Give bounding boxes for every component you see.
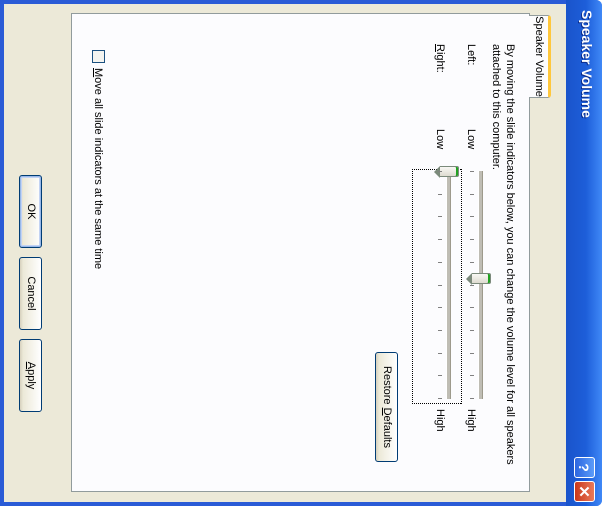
slider-tick — [438, 194, 442, 195]
title-bar[interactable]: Speaker Volume ? ✕ — [566, 0, 602, 506]
right-slider-thumb[interactable] — [440, 166, 459, 177]
help-icon: ? — [576, 463, 592, 472]
dialog-client: Speaker Volume By moving the slide indic… — [4, 4, 566, 502]
slider-tick — [438, 285, 442, 286]
right-low-label: Low — [434, 129, 446, 150]
left-label: Left: — [465, 44, 477, 66]
right-slider-track — [446, 171, 451, 399]
move-all-label[interactable]: Move all slide indicators at the same ti… — [91, 68, 104, 269]
slider-tick — [438, 171, 442, 172]
restore-defaults-post: efaults — [381, 415, 393, 448]
restore-defaults-accel: D — [381, 407, 393, 416]
slider-tick — [470, 216, 474, 217]
window-title: Speaker Volume — [579, 10, 595, 118]
left-slider-track — [478, 171, 483, 399]
apply-button[interactable]: Apply — [19, 339, 42, 412]
right-label: Right: — [433, 44, 446, 73]
apply-accel: A — [25, 361, 37, 370]
move-all-rest: ove all slide indicators at the same tim… — [92, 77, 104, 270]
left-low-label: Low — [465, 129, 477, 150]
speaker-volume-dialog: Speaker Volume ? ✕ Speaker Volume By mov… — [0, 0, 602, 506]
slider-tick — [470, 307, 474, 308]
cancel-button[interactable]: Cancel — [19, 257, 42, 330]
slider-tick — [470, 398, 474, 399]
move-all-checkbox[interactable] — [92, 50, 105, 63]
restore-defaults-button[interactable]: Restore Defaults — [375, 352, 398, 462]
slider-tick — [470, 194, 474, 195]
slider-tick — [438, 398, 442, 399]
slider-tick — [470, 375, 474, 376]
right-label-rest: ight: — [434, 51, 446, 73]
slider-tick — [438, 239, 442, 240]
slider-tick — [438, 330, 442, 331]
slider-tick — [470, 330, 474, 331]
slider-tick — [438, 262, 442, 263]
restore-defaults-pre: Restore — [381, 366, 393, 408]
right-high-label: High — [434, 409, 446, 432]
tab-panel: By moving the slide indicators below, yo… — [71, 13, 530, 492]
left-volume-slider[interactable] — [469, 171, 491, 399]
left-slider-thumb[interactable] — [472, 273, 491, 284]
description-text: By moving the slide indicators below, yo… — [490, 44, 516, 465]
right-label-accel: R — [434, 44, 446, 52]
slider-tick — [470, 171, 474, 172]
help-button[interactable]: ? — [574, 457, 595, 478]
slider-tick — [438, 216, 442, 217]
ok-button[interactable]: OK — [19, 175, 42, 248]
apply-rest: pply — [25, 369, 37, 390]
slider-tick — [470, 353, 474, 354]
slider-tick — [470, 262, 474, 263]
slider-tick — [438, 375, 442, 376]
close-button[interactable]: ✕ — [574, 481, 595, 502]
slider-tick — [438, 307, 442, 308]
move-all-accel: M — [92, 68, 104, 78]
right-volume-slider[interactable] — [437, 166, 459, 399]
slider-tick — [470, 239, 474, 240]
left-high-label: High — [465, 409, 477, 432]
stage: Speaker Volume ? ✕ Speaker Volume By mov… — [0, 0, 602, 506]
slider-tick — [438, 353, 442, 354]
close-icon: ✕ — [575, 485, 592, 498]
tab-speaker-volume[interactable]: Speaker Volume — [529, 15, 551, 98]
slider-tick — [470, 285, 474, 286]
